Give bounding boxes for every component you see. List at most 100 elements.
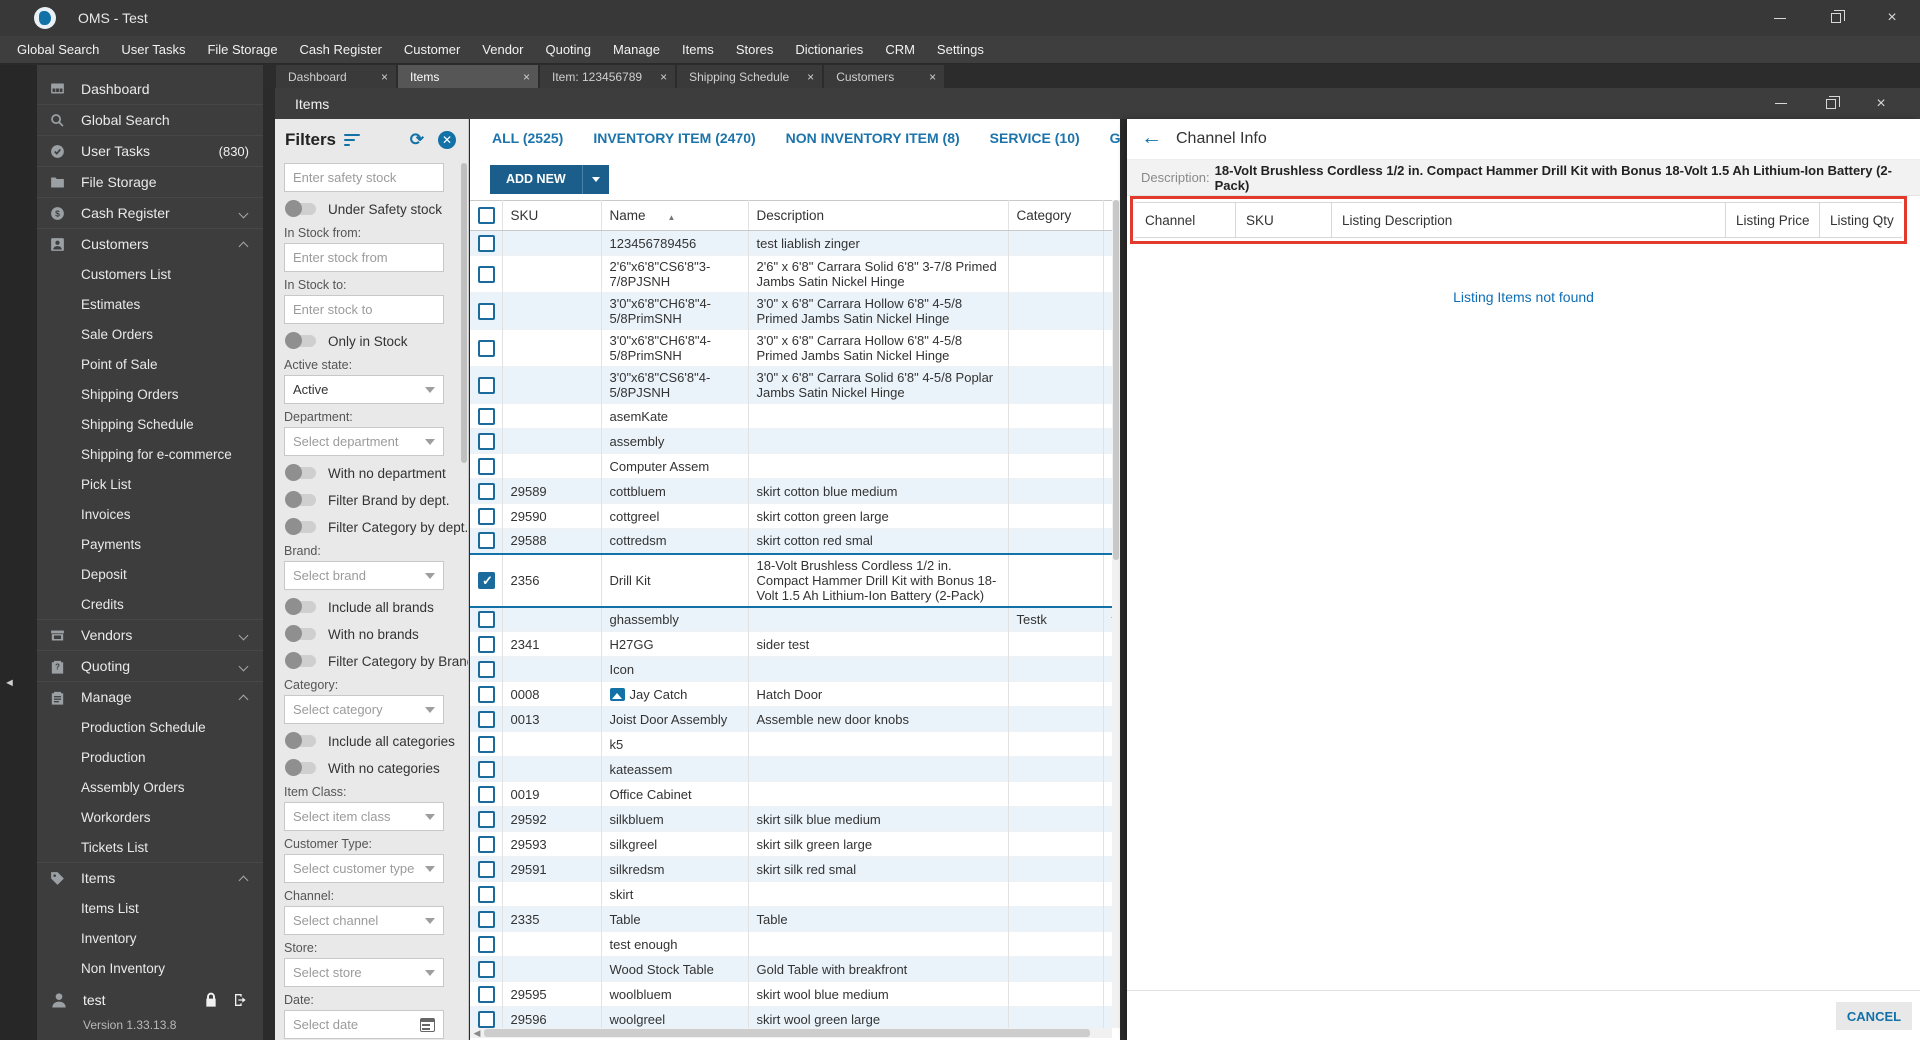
add-new-dropdown-button[interactable] xyxy=(582,164,609,194)
menu-item-quoting[interactable]: Quoting xyxy=(534,36,602,63)
window-close-button[interactable]: × xyxy=(1864,0,1920,36)
sidebar-item-payments[interactable]: Payments xyxy=(37,529,263,559)
sidebar-item-point-of-sale[interactable]: Point of Sale xyxy=(37,349,263,379)
row-checkbox[interactable] xyxy=(478,760,495,778)
sidebar-item-sale-orders[interactable]: Sale Orders xyxy=(37,319,263,349)
menu-item-user-tasks[interactable]: User Tasks xyxy=(110,36,196,63)
tab-inventory-item-2470[interactable]: INVENTORY ITEM (2470) xyxy=(593,119,755,159)
table-row[interactable]: Icon xyxy=(470,656,1112,682)
filter-select-department[interactable]: Select department xyxy=(284,427,444,456)
sidebar-item-global-search[interactable]: Global Search xyxy=(37,104,263,135)
table-row[interactable]: skirt xyxy=(470,881,1112,907)
row-checkbox[interactable] xyxy=(478,685,495,703)
row-checkbox[interactable] xyxy=(478,376,495,394)
row-checkbox[interactable] xyxy=(478,1010,495,1028)
row-checkbox[interactable] xyxy=(478,302,495,320)
menu-item-global-search[interactable]: Global Search xyxy=(6,36,110,63)
row-checkbox[interactable] xyxy=(478,860,495,878)
sidebar-item-shipping-schedule[interactable]: Shipping Schedule xyxy=(37,409,263,439)
table-row[interactable]: 3'0"x6'8"CH6'8"4-5/8PrimSNH 3'0" x 6'8" C… xyxy=(470,292,1112,330)
filters-scrollbar[interactable] xyxy=(461,163,467,463)
table-row[interactable]: 29589 cottbluem skirt cotton blue medium xyxy=(470,478,1112,504)
items-window-minimize-button[interactable] xyxy=(1756,88,1806,119)
toggle-switch[interactable] xyxy=(285,598,316,615)
row-checkbox[interactable] xyxy=(478,265,495,283)
column-header-brand[interactable]: Brand xyxy=(1103,200,1112,231)
toggle-switch[interactable] xyxy=(285,759,316,776)
filter-text-input[interactable] xyxy=(293,170,435,185)
filter-toggle-filter-category-by-dept[interactable]: Filter Category by dept. xyxy=(284,517,468,537)
add-new-button[interactable]: ADD NEW xyxy=(490,164,583,194)
row-checkbox[interactable] xyxy=(478,407,495,425)
sidebar-item-dashboard[interactable]: Dashboard xyxy=(37,73,263,104)
filter-toggle-include-all-categories[interactable]: Include all categories xyxy=(284,731,456,751)
toggle-switch[interactable] xyxy=(285,652,316,669)
sidebar-item-user-tasks[interactable]: User Tasks (830) xyxy=(37,135,263,166)
refresh-icon[interactable]: ⟳ xyxy=(410,130,424,150)
table-row[interactable]: 29590 cottgreel skirt cotton green large xyxy=(470,503,1112,529)
filter-select-category[interactable]: Select category xyxy=(284,695,444,724)
menu-item-stores[interactable]: Stores xyxy=(725,36,785,63)
menu-item-settings[interactable]: Settings xyxy=(926,36,995,63)
row-checkbox[interactable] xyxy=(478,835,495,853)
filter-text-input[interactable] xyxy=(293,302,435,317)
sidebar-item-workorders[interactable]: Workorders xyxy=(37,802,263,832)
table-row[interactable]: 29593 silkgreel skirt silk green large xyxy=(470,831,1112,857)
table-row[interactable]: kateassem xyxy=(470,756,1112,782)
filter-select-store[interactable]: Select store xyxy=(284,958,444,987)
doc-tab-shipping-schedule[interactable]: Shipping Schedule × xyxy=(677,65,823,88)
sidebar-item-inventory[interactable]: Inventory xyxy=(37,923,263,953)
toggle-switch[interactable] xyxy=(285,625,316,642)
sidebar-item-pick-list[interactable]: Pick List xyxy=(37,469,263,499)
row-checkbox[interactable] xyxy=(478,735,495,753)
sidebar-item-invoices[interactable]: Invoices xyxy=(37,499,263,529)
doc-tab-items[interactable]: Items × xyxy=(398,65,538,88)
toggle-switch[interactable] xyxy=(285,464,316,481)
table-row[interactable]: ghassembly Testkfres xyxy=(470,606,1112,632)
toggle-switch[interactable] xyxy=(285,491,316,508)
sidebar-item-production-schedule[interactable]: Production Schedule xyxy=(37,712,263,742)
filter-input-enter-stock-to[interactable] xyxy=(284,295,444,324)
tab-all-2525[interactable]: ALL (2525) xyxy=(492,119,563,159)
table-row[interactable]: 29595 woolbluem skirt wool blue medium xyxy=(470,981,1112,1007)
sidebar-item-file-storage[interactable]: File Storage xyxy=(37,166,263,197)
table-row[interactable]: 2356Drill Kit18-Volt Brushless Cordless … xyxy=(470,553,1112,607)
row-checkbox[interactable] xyxy=(478,432,495,450)
table-row[interactable]: k5 xyxy=(470,731,1112,757)
row-checkbox[interactable] xyxy=(478,785,495,803)
filter-toggle-filter-category-by-brand[interactable]: Filter Category by Brand xyxy=(284,651,468,671)
filters-close-icon[interactable]: ✕ xyxy=(438,131,456,149)
table-row[interactable]: 29592 silkbluem skirt silk blue medium xyxy=(470,806,1112,832)
menu-item-customer[interactable]: Customer xyxy=(393,36,471,63)
row-checkbox[interactable] xyxy=(478,960,495,978)
row-checkbox[interactable] xyxy=(478,234,495,252)
sidebar-item-items[interactable]: Items xyxy=(37,862,263,893)
window-minimize-button[interactable] xyxy=(1752,0,1808,36)
table-row[interactable]: 123456789456 test liablish zinger xyxy=(470,230,1112,256)
table-row[interactable]: Computer Assem xyxy=(470,453,1112,479)
table-row[interactable]: 2335 Table Table xyxy=(470,906,1112,932)
menu-item-vendor[interactable]: Vendor xyxy=(471,36,534,63)
filter-select-item-class[interactable]: Select item class xyxy=(284,802,444,831)
sidebar-item-credits[interactable]: Credits xyxy=(37,589,263,619)
filter-toggle-include-all-brands[interactable]: Include all brands xyxy=(284,597,456,617)
lock-icon[interactable] xyxy=(203,992,219,1008)
toggle-switch[interactable] xyxy=(285,732,316,749)
table-row[interactable]: 29591 silkredsm skirt silk red smal xyxy=(470,856,1112,882)
sidebar-item-customers[interactable]: Customers xyxy=(37,228,263,259)
table-row[interactable]: 3'0"x6'8"CH6'8"4-5/8PrimSNH 3'0" x 6'8" C… xyxy=(470,329,1112,367)
column-header-category[interactable]: Category xyxy=(1008,200,1104,231)
sidebar-item-manage[interactable]: Manage xyxy=(37,681,263,712)
scroll-left-icon[interactable]: ◀ xyxy=(470,1028,484,1039)
menu-item-crm[interactable]: CRM xyxy=(874,36,926,63)
filter-input-enter-stock-from[interactable] xyxy=(284,243,444,272)
table-row[interactable]: test enough xyxy=(470,931,1112,957)
filter-toggle-only-in-stock[interactable]: Only in Stock xyxy=(284,331,456,351)
filter-select-active-state[interactable]: Active xyxy=(284,375,444,404)
filter-select-channel[interactable]: Select channel xyxy=(284,906,444,935)
menu-item-manage[interactable]: Manage xyxy=(602,36,671,63)
tab-close-icon[interactable]: × xyxy=(807,70,814,84)
table-row[interactable]: 2'6"x6'8"CS6'8"3-7/8PJSNH 2'6" x 6'8" Car… xyxy=(470,255,1112,293)
sidebar-item-cash-register[interactable]: $ Cash Register xyxy=(37,197,263,228)
items-vertical-scrollbar[interactable] xyxy=(1112,200,1120,1028)
